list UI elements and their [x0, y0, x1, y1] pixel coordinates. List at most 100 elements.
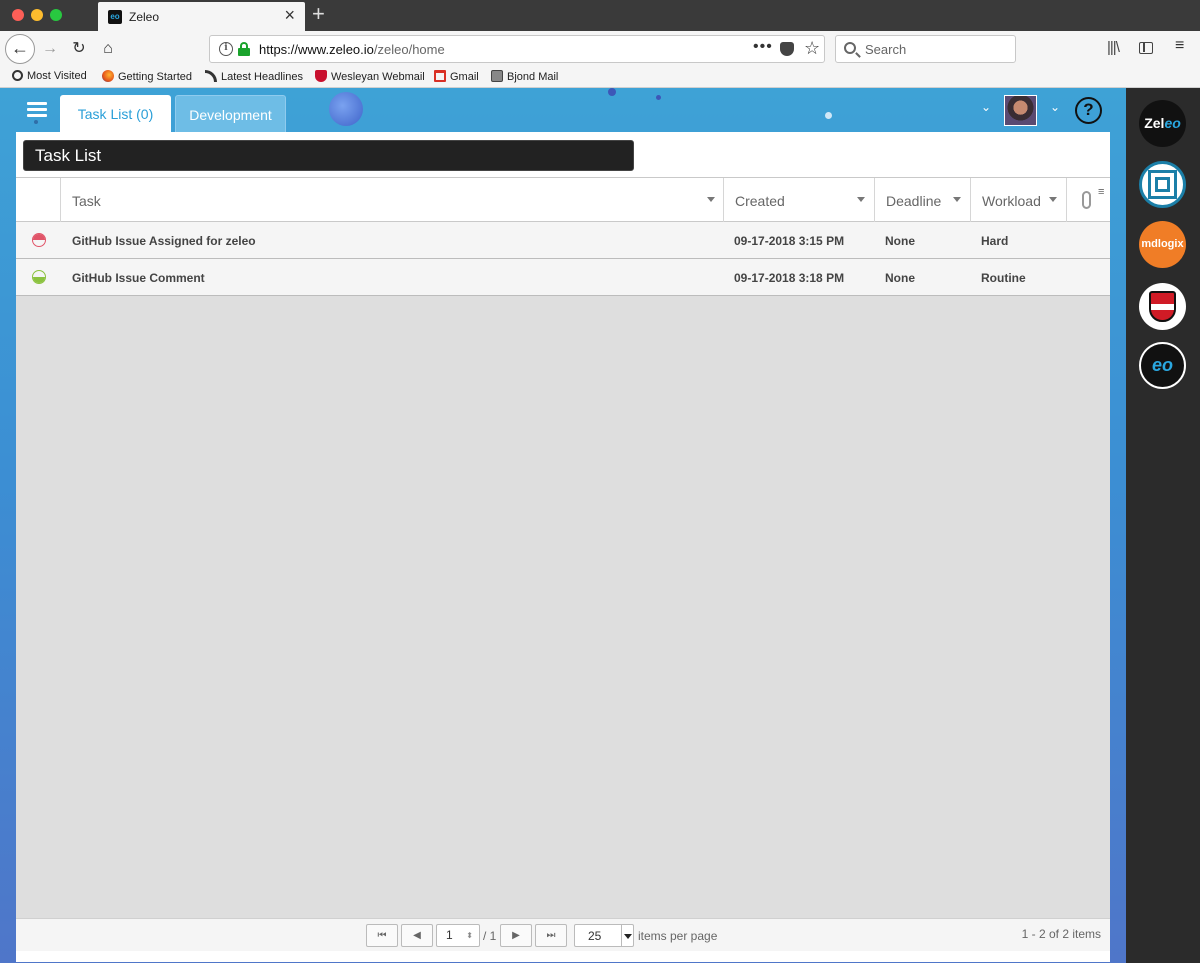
site-info-icon[interactable]: i: [219, 42, 233, 56]
column-header-deadline[interactable]: Deadline: [874, 178, 970, 222]
bookmark-label: Wesleyan Webmail: [331, 71, 425, 83]
zeleo-logo-accent: eo: [1164, 115, 1181, 131]
task-cell: GitHub Issue Comment: [72, 271, 205, 285]
gear-icon: [12, 70, 23, 81]
user-menu-chevron-icon[interactable]: ⌄: [1050, 100, 1060, 114]
tab-development[interactable]: Development: [175, 95, 286, 132]
forward-button[interactable]: →: [38, 37, 62, 61]
close-tab-icon[interactable]: ×: [284, 6, 295, 24]
page-spinner-icon[interactable]: ⬍: [466, 925, 473, 946]
sort-caret-icon[interactable]: [1049, 197, 1057, 202]
task-list-panel: Task List Task Created Deadline Workload…: [16, 132, 1110, 962]
page-size-select[interactable]: 25: [574, 924, 634, 947]
items-summary: 1 - 2 of 2 items: [1021, 927, 1101, 941]
column-label: Workload: [982, 193, 1041, 209]
search-input[interactable]: Search: [835, 35, 1016, 63]
browser-tab-bar: eo Zeleo × +: [0, 0, 1200, 31]
library-icon[interactable]: |||\: [1107, 39, 1120, 56]
bookmark-label: Getting Started: [118, 71, 192, 83]
decorative-bubble: [34, 120, 38, 124]
zeleo-app: Task List (0) Development ⌄ ⌄ ? Task Lis…: [0, 88, 1126, 963]
window-zoom-button[interactable]: [50, 9, 62, 21]
browser-tab-title: Zeleo: [129, 10, 160, 24]
zeleo-logo-text: Zel: [1144, 115, 1165, 131]
url-host: https://www.zeleo.io: [259, 42, 374, 57]
mdlogix-app-icon[interactable]: mdlogix: [1139, 221, 1186, 268]
prev-page-button[interactable]: ◀: [401, 924, 433, 947]
hamburger-menu-icon[interactable]: ≡: [1175, 37, 1184, 55]
url-text[interactable]: https://www.zeleo.io/zeleo/home: [259, 42, 445, 57]
bookmark-getting-started[interactable]: Getting Started: [102, 70, 192, 83]
back-button[interactable]: ←: [5, 34, 35, 64]
url-bar[interactable]: i https://www.zeleo.io/zeleo/home ••• ☆: [209, 35, 825, 63]
eo-app-icon[interactable]: eo: [1139, 342, 1186, 389]
column-label: Created: [735, 193, 785, 209]
wesleyan-shield-app-icon[interactable]: [1139, 283, 1186, 330]
total-pages-label: / 1: [483, 929, 497, 943]
deadline-cell: None: [885, 271, 915, 285]
bookmark-label: Latest Headlines: [221, 71, 303, 83]
column-header-attachments[interactable]: [1066, 178, 1096, 222]
chevron-down-icon[interactable]: ⌄: [981, 100, 991, 114]
page-number-input[interactable]: 1 ⬍: [436, 924, 480, 947]
table-row[interactable]: GitHub Issue Comment 09-17-2018 3:18 PM …: [16, 259, 1110, 296]
zeleo-app-icon[interactable]: Zeleo: [1139, 100, 1186, 147]
last-page-button[interactable]: ⏭: [535, 924, 567, 947]
app-menu-icon[interactable]: [27, 102, 47, 118]
sidebar-toggle-icon[interactable]: [1139, 42, 1153, 54]
column-header-task[interactable]: Task: [60, 178, 723, 222]
bookmark-most-visited[interactable]: Most Visited: [12, 70, 87, 82]
status-green-icon: [32, 270, 46, 284]
browser-tab-zeleo[interactable]: eo Zeleo ×: [98, 2, 305, 31]
sort-caret-icon[interactable]: [953, 197, 961, 202]
deadline-cell: None: [885, 234, 915, 248]
items-per-page-label: items per page: [638, 929, 718, 943]
gmail-icon: [434, 70, 446, 82]
new-tab-button[interactable]: +: [312, 2, 325, 26]
dropdown-caret-icon[interactable]: [621, 925, 633, 946]
task-cell: GitHub Issue Assigned for zeleo: [72, 234, 256, 248]
window-close-button[interactable]: [12, 9, 24, 21]
next-page-button[interactable]: ▶: [500, 924, 532, 947]
bookmarks-bar: Most Visited Getting Started Latest Head…: [0, 67, 1200, 88]
created-cell: 09-17-2018 3:18 PM: [734, 271, 845, 285]
bookmark-label: Gmail: [450, 71, 479, 83]
window-minimize-button[interactable]: [31, 9, 43, 21]
pocket-icon[interactable]: [780, 42, 794, 56]
first-page-button[interactable]: ⏮: [366, 924, 398, 947]
decorative-bubble: [608, 88, 616, 96]
paperclip-icon: [1082, 191, 1091, 209]
bookmark-bjond-mail[interactable]: Bjond Mail: [491, 70, 558, 83]
sort-caret-icon[interactable]: [707, 197, 715, 202]
lock-icon: [238, 42, 250, 56]
rss-icon: [205, 70, 217, 82]
avatar[interactable]: [1004, 95, 1037, 126]
reload-button[interactable]: ↻: [67, 37, 91, 61]
sort-caret-icon[interactable]: [857, 197, 865, 202]
page-actions-icon[interactable]: •••: [753, 38, 773, 56]
column-header-workload[interactable]: Workload: [970, 178, 1066, 222]
page-size-value: 25: [588, 929, 602, 943]
bookmark-gmail[interactable]: Gmail: [434, 70, 479, 83]
grid-body: GitHub Issue Assigned for zeleo 09-17-20…: [16, 222, 1110, 918]
bookmark-star-icon[interactable]: ☆: [804, 38, 820, 59]
bookmark-latest-headlines[interactable]: Latest Headlines: [205, 70, 303, 83]
table-row[interactable]: GitHub Issue Assigned for zeleo 09-17-20…: [16, 222, 1110, 259]
grid-header: Task Created Deadline Workload ≡: [16, 177, 1110, 222]
decorative-bubble: [329, 92, 363, 126]
page-title: Task List: [23, 140, 634, 171]
help-icon[interactable]: ?: [1075, 97, 1102, 124]
maze-app-icon[interactable]: [1139, 161, 1186, 208]
workload-cell: Routine: [981, 271, 1026, 285]
column-header-created[interactable]: Created: [723, 178, 874, 222]
decorative-bubble: [656, 95, 661, 100]
bookmark-wesleyan-webmail[interactable]: Wesleyan Webmail: [315, 70, 425, 83]
workload-cell: Hard: [981, 234, 1009, 248]
zeleo-favicon-icon: eo: [108, 10, 122, 24]
column-menu-icon[interactable]: ≡: [1098, 187, 1104, 198]
column-label: Deadline: [886, 193, 942, 209]
home-button[interactable]: ⌂: [96, 37, 120, 61]
search-placeholder: Search: [865, 42, 907, 57]
tab-task-list[interactable]: Task List (0): [60, 95, 171, 132]
bookmark-label: Most Visited: [27, 70, 87, 82]
